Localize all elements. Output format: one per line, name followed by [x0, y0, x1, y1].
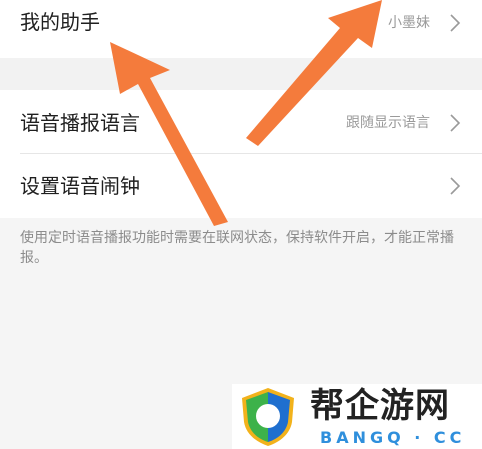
settings-row-voice-language[interactable]: 语音播报语言 跟随显示语言 [0, 90, 482, 154]
row-value-voice-language: 跟随显示语言 [346, 115, 430, 131]
watermark-brand: 帮企游网 [310, 386, 450, 426]
voice-broadcast-note: 使用定时语音播报功能时需要在联网状态，保持软件开启，才能正常播报。 [20, 230, 454, 266]
watermark-domain: BANGQ · CC [320, 428, 466, 447]
row-label-voice-language: 语音播报语言 [20, 111, 140, 135]
section-gap [0, 58, 482, 90]
chevron-right-icon [450, 14, 461, 32]
row-label-voice-alarm: 设置语音闹钟 [20, 174, 140, 198]
settings-row-voice-alarm[interactable]: 设置语音闹钟 [0, 154, 482, 218]
row-value-assistant: 小墨妹 [388, 15, 430, 31]
row-label-assistant: 我的助手 [20, 10, 100, 34]
chevron-right-icon [450, 114, 461, 132]
watermark: 帮企游网 BANGQ · CC [232, 384, 482, 449]
shield-logo-icon [242, 388, 294, 446]
chevron-right-icon [450, 177, 461, 195]
settings-row-assistant[interactable]: 我的助手 小墨妹 [0, 0, 482, 58]
